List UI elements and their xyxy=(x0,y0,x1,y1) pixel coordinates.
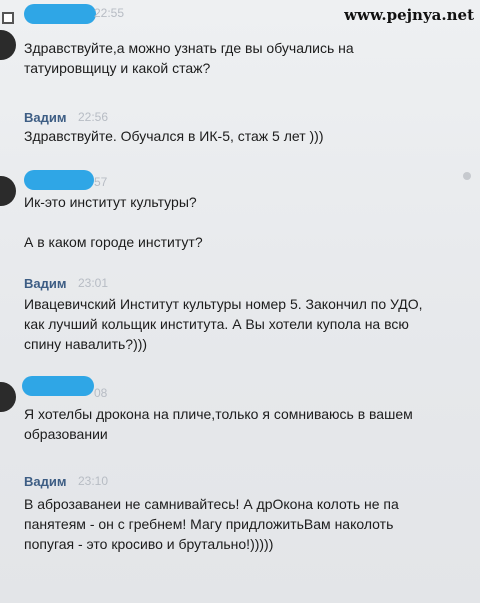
text-line: В аброзаванеи не самнивайтесь! А дрОкона… xyxy=(24,496,399,512)
message-item: 22:55 Здравствуйте,а можно узнать где вы… xyxy=(0,0,480,90)
text-line: Ивацевичский Институт культуры номер 5. … xyxy=(24,296,423,312)
text-line: как лучший кольщик института. А Вы хотел… xyxy=(24,316,409,332)
message-time: 22:55 xyxy=(94,6,125,20)
text-line xyxy=(24,212,474,232)
message-text: Ик-это институт культуры? А в каком горо… xyxy=(24,192,474,252)
avatar[interactable] xyxy=(0,176,16,206)
blurred-author xyxy=(24,170,94,190)
message-time: 22:56 xyxy=(78,110,109,124)
message-item: Вадим 22:56 Здравствуйте. Обучался в ИК-… xyxy=(0,96,480,166)
message-author[interactable]: Вадим xyxy=(24,474,66,489)
text-line: татуировщицу и какой стаж? xyxy=(24,60,211,76)
text-line: Здравствуйте. Обучался в ИК-5, стаж 5 ле… xyxy=(24,128,324,144)
message-text: В аброзаванеи не самнивайтесь! А дрОкона… xyxy=(24,494,474,554)
pin-dot xyxy=(463,172,471,180)
chat-history: www.pejnya.net 22:55 Здравствуйте,а можн… xyxy=(0,0,480,603)
message-item: 57 Ик-это институт культуры? А в каком г… xyxy=(0,166,480,266)
message-text: Я хотелбы дрокона на пличе,только я сомн… xyxy=(24,404,474,444)
text-line: спину навалить?))) xyxy=(24,336,148,352)
avatar[interactable] xyxy=(0,30,16,60)
message-item: 08 Я хотелбы дрокона на пличе,только я с… xyxy=(0,372,480,458)
message-time: 23:10 xyxy=(78,474,109,488)
message-item: Вадим 23:01 Ивацевичский Институт культу… xyxy=(0,268,480,368)
blurred-author xyxy=(24,4,96,24)
blurred-author xyxy=(22,376,94,396)
text-line: Ик-это институт культуры? xyxy=(24,194,197,210)
message-text: Здравствуйте,а можно узнать где вы обуча… xyxy=(24,38,474,78)
message-time: 23:01 xyxy=(78,276,109,290)
text-line: Я хотелбы дрокона на пличе,только я сомн… xyxy=(24,406,413,422)
message-author[interactable]: Вадим xyxy=(24,276,66,291)
message-item: Вадим 23:10 В аброзаванеи не самнивайтес… xyxy=(0,464,480,574)
text-line: образовании xyxy=(24,426,108,442)
avatar[interactable] xyxy=(0,382,16,412)
message-time: 57 xyxy=(94,175,108,189)
message-text: Ивацевичский Институт культуры номер 5. … xyxy=(24,294,474,354)
text-line: Здравствуйте,а можно узнать где вы обуча… xyxy=(24,40,354,56)
message-time: 08 xyxy=(94,386,108,400)
text-line: панятеям - он с гребнем! Магу придложить… xyxy=(24,516,394,532)
message-text: Здравствуйте. Обучался в ИК-5, стаж 5 ле… xyxy=(24,126,474,146)
text-line: А в каком городе институт? xyxy=(24,234,203,250)
text-line: попугая - это кросиво и брутально!))))) xyxy=(24,536,274,552)
message-author[interactable]: Вадим xyxy=(24,110,66,125)
